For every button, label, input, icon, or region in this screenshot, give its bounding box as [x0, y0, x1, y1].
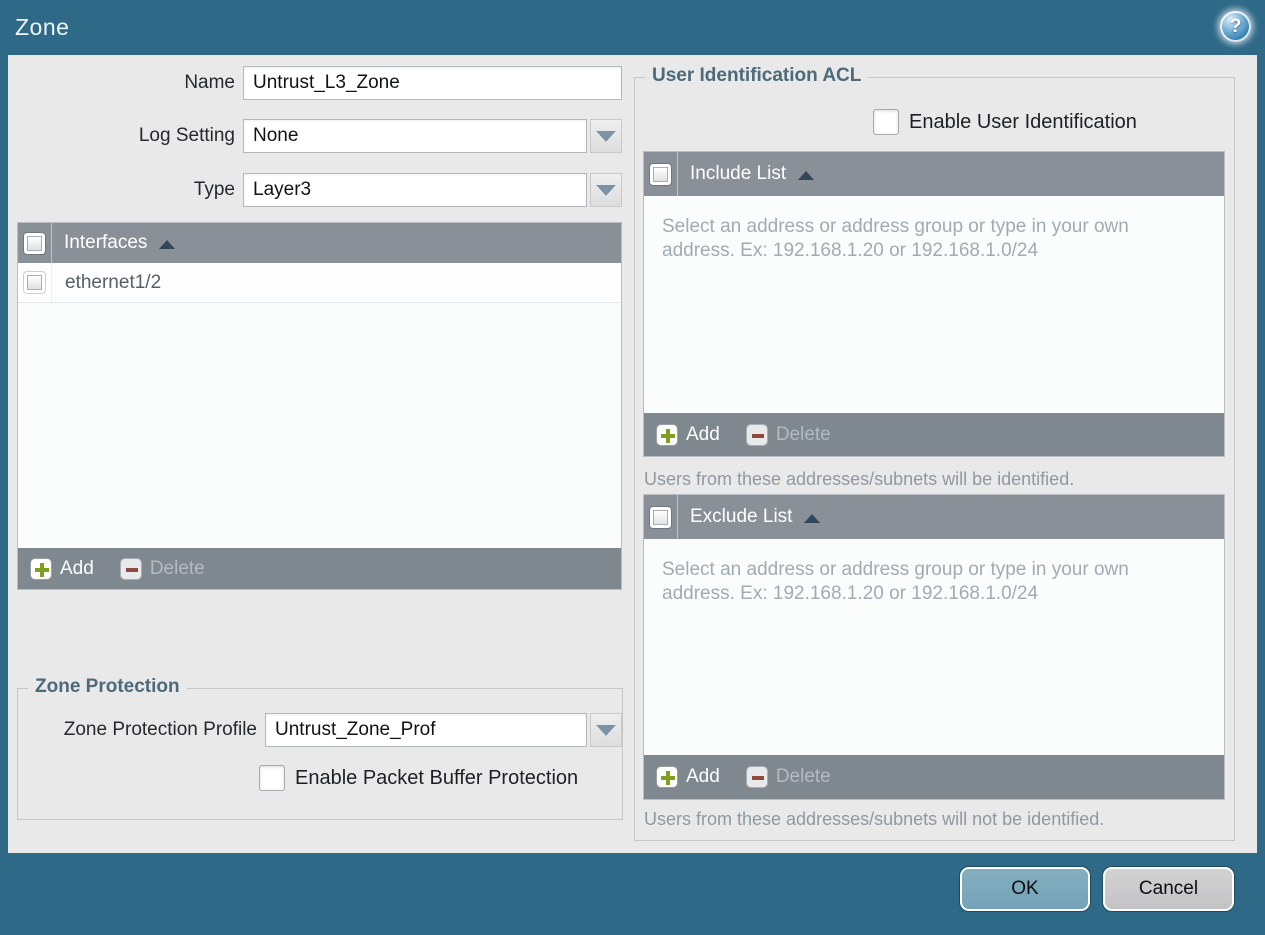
sort-ascending-icon — [159, 239, 176, 249]
exclude-select-all-checkbox[interactable] — [650, 506, 671, 528]
delete-button[interactable]: Delete — [745, 423, 831, 446]
ok-button[interactable]: OK — [960, 867, 1090, 911]
zone-protection-legend: Zone Protection — [28, 676, 187, 698]
packet-buffer-checkbox[interactable] — [259, 765, 285, 791]
log-setting-dropdown-button[interactable] — [590, 119, 622, 153]
interfaces-column-header[interactable]: Interfaces — [52, 232, 176, 254]
delete-icon — [119, 557, 142, 580]
type-input[interactable] — [243, 173, 587, 207]
help-icon[interactable]: ? — [1220, 11, 1251, 42]
delete-button[interactable]: Delete — [119, 557, 205, 580]
zone-protection-profile-label: Zone Protection Profile — [63, 719, 257, 740]
exclude-list-header: Exclude List — [644, 495, 1224, 539]
zone-protection-profile-dropdown-button[interactable] — [590, 713, 622, 747]
chevron-down-icon — [596, 184, 616, 196]
packet-buffer-row: Enable Packet Buffer Protection — [259, 765, 578, 791]
row-checkbox-cell — [18, 263, 52, 302]
include-list-body[interactable]: Select an address or address group or ty… — [644, 196, 1224, 413]
dialog-title: Zone — [15, 14, 70, 40]
add-button[interactable]: Add — [656, 766, 720, 788]
include-list-column-header[interactable]: Include List — [678, 163, 815, 185]
include-select-all-cell — [644, 152, 678, 196]
interfaces-table: Interfaces ethernet1/2 Add Delete — [17, 222, 622, 590]
help-icon-glyph: ? — [1229, 15, 1242, 37]
add-icon — [30, 557, 52, 580]
exclude-list-column-header[interactable]: Exclude List — [678, 506, 821, 528]
log-setting-label: Log Setting — [138, 125, 235, 146]
log-setting-input[interactable] — [243, 119, 587, 153]
dialog-titlebar: Zone ? — [0, 0, 1265, 55]
enable-user-identification-label: Enable User Identification — [909, 110, 1137, 133]
enable-user-identification-checkbox[interactable] — [873, 109, 899, 135]
include-list-header: Include List — [644, 152, 1224, 196]
delete-icon — [745, 423, 768, 446]
exclude-list-caption: Users from these addresses/subnets will … — [644, 809, 1105, 829]
log-setting-row: Log Setting — [8, 119, 622, 153]
add-icon — [656, 423, 678, 446]
type-dropdown-button[interactable] — [590, 173, 622, 207]
name-input[interactable] — [243, 66, 622, 100]
exclude-list-table: Exclude List Select an address or addres… — [643, 494, 1225, 800]
table-row[interactable]: ethernet1/2 — [18, 263, 621, 303]
user-identification-acl-legend: User Identification ACL — [645, 65, 869, 87]
include-list-caption: Users from these addresses/subnets will … — [644, 469, 1075, 489]
chevron-down-icon — [596, 724, 616, 736]
dialog-content: Name Log Setting Type Interfaces — [8, 55, 1257, 853]
chevron-down-icon — [596, 130, 616, 142]
type-row: Type — [8, 173, 622, 207]
sort-ascending-icon — [804, 513, 821, 523]
include-list-footer: Add Delete — [644, 413, 1224, 456]
packet-buffer-label: Enable Packet Buffer Protection — [295, 766, 579, 789]
delete-button[interactable]: Delete — [745, 766, 831, 788]
interfaces-table-body: ethernet1/2 — [18, 263, 621, 548]
name-label: Name — [184, 72, 235, 93]
interfaces-select-all-checkbox[interactable] — [24, 232, 45, 254]
include-list-table: Include List Select an address or addres… — [643, 151, 1225, 457]
zone-protection-profile-input[interactable] — [265, 713, 587, 747]
sort-ascending-icon — [798, 170, 815, 180]
zone-protection-profile-row: Zone Protection Profile — [18, 713, 622, 747]
interfaces-table-header: Interfaces — [18, 223, 621, 263]
exclude-list-placeholder: Select an address or address group or ty… — [662, 559, 1129, 605]
name-row: Name — [8, 66, 622, 100]
type-label: Type — [193, 179, 235, 200]
add-button[interactable]: Add — [656, 423, 720, 446]
row-checkbox[interactable] — [24, 272, 45, 293]
user-identification-acl-panel: User Identification ACL Enable User Iden… — [634, 65, 1235, 841]
interfaces-table-footer: Add Delete — [18, 548, 621, 589]
include-list-placeholder: Select an address or address group or ty… — [662, 216, 1129, 262]
exclude-select-all-cell — [644, 495, 678, 539]
exclude-list-footer: Add Delete — [644, 755, 1224, 799]
interface-name: ethernet1/2 — [65, 271, 162, 293]
delete-icon — [745, 766, 768, 788]
add-icon — [656, 766, 678, 788]
cancel-button[interactable]: Cancel — [1103, 867, 1234, 911]
zone-protection-panel: Zone Protection Zone Protection Profile … — [17, 676, 623, 820]
include-select-all-checkbox[interactable] — [650, 163, 671, 185]
enable-user-identification-row: Enable User Identification — [873, 109, 1137, 135]
exclude-list-body[interactable]: Select an address or address group or ty… — [644, 539, 1224, 755]
add-button[interactable]: Add — [30, 557, 94, 580]
interfaces-select-all-cell — [18, 223, 52, 263]
